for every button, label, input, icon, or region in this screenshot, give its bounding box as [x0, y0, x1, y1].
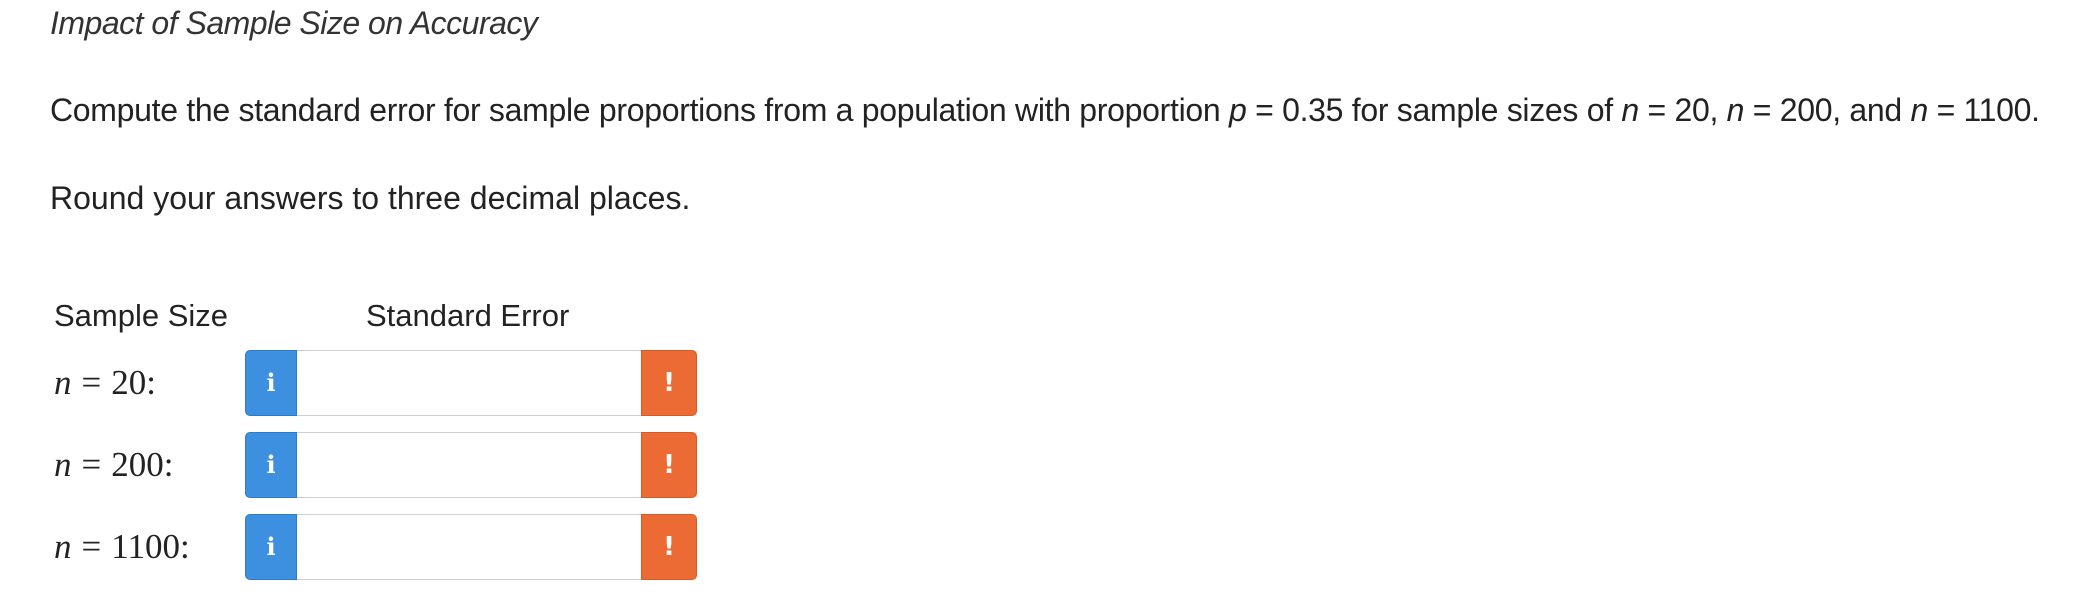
prompt-text: = 20, — [1638, 92, 1727, 128]
sample-size-label: n = 1100: — [54, 514, 190, 580]
prompt-text: Compute the standard error for sample pr… — [50, 92, 1229, 128]
info-icon[interactable]: i — [245, 432, 297, 498]
column-header-standard-error: Standard Error — [366, 298, 570, 333]
prompt-var-n: n — [1621, 92, 1639, 128]
sample-size-label: n = 200: — [54, 432, 173, 498]
n-variable: n — [54, 363, 72, 402]
question-prompt: Compute the standard error for sample pr… — [50, 88, 2040, 132]
standard-error-input-n-200[interactable] — [297, 432, 641, 498]
prompt-var-n: n — [1910, 92, 1928, 128]
question-title: Impact of Sample Size on Accuracy — [50, 5, 538, 41]
info-icon[interactable]: i — [245, 514, 297, 580]
prompt-text: = 1100. — [1927, 92, 2041, 128]
sample-size-value: 200: — [111, 445, 174, 484]
sample-size-value: 1100: — [111, 527, 190, 566]
standard-error-input-n-20[interactable] — [297, 350, 641, 416]
rounding-instruction: Round your answers to three decimal plac… — [50, 180, 691, 216]
warning-icon[interactable]: ! — [641, 350, 697, 416]
equals-sign: = — [81, 363, 102, 402]
n-variable: n — [54, 445, 72, 484]
info-icon[interactable]: i — [245, 350, 297, 416]
warning-icon[interactable]: ! — [641, 514, 697, 580]
sample-size-value: 20: — [111, 363, 156, 402]
prompt-text: = 0.35 for sample sizes of — [1246, 92, 1622, 128]
column-header-sample-size: Sample Size — [54, 298, 229, 333]
prompt-text: = 200, and — [1744, 92, 1911, 128]
equals-sign: = — [81, 445, 102, 484]
equals-sign: = — [81, 527, 102, 566]
prompt-var-n: n — [1726, 92, 1745, 128]
prompt-var-p: p — [1229, 92, 1247, 128]
standard-error-input-n-1100[interactable] — [297, 514, 641, 580]
warning-icon[interactable]: ! — [641, 432, 697, 498]
answer-row-n-200: n = 200: i ! — [0, 432, 760, 498]
answer-row-n-1100: n = 1100: i ! — [0, 514, 760, 580]
n-variable: n — [54, 527, 72, 566]
sample-size-label: n = 20: — [54, 350, 156, 416]
answer-row-n-20: n = 20: i ! — [0, 350, 760, 416]
